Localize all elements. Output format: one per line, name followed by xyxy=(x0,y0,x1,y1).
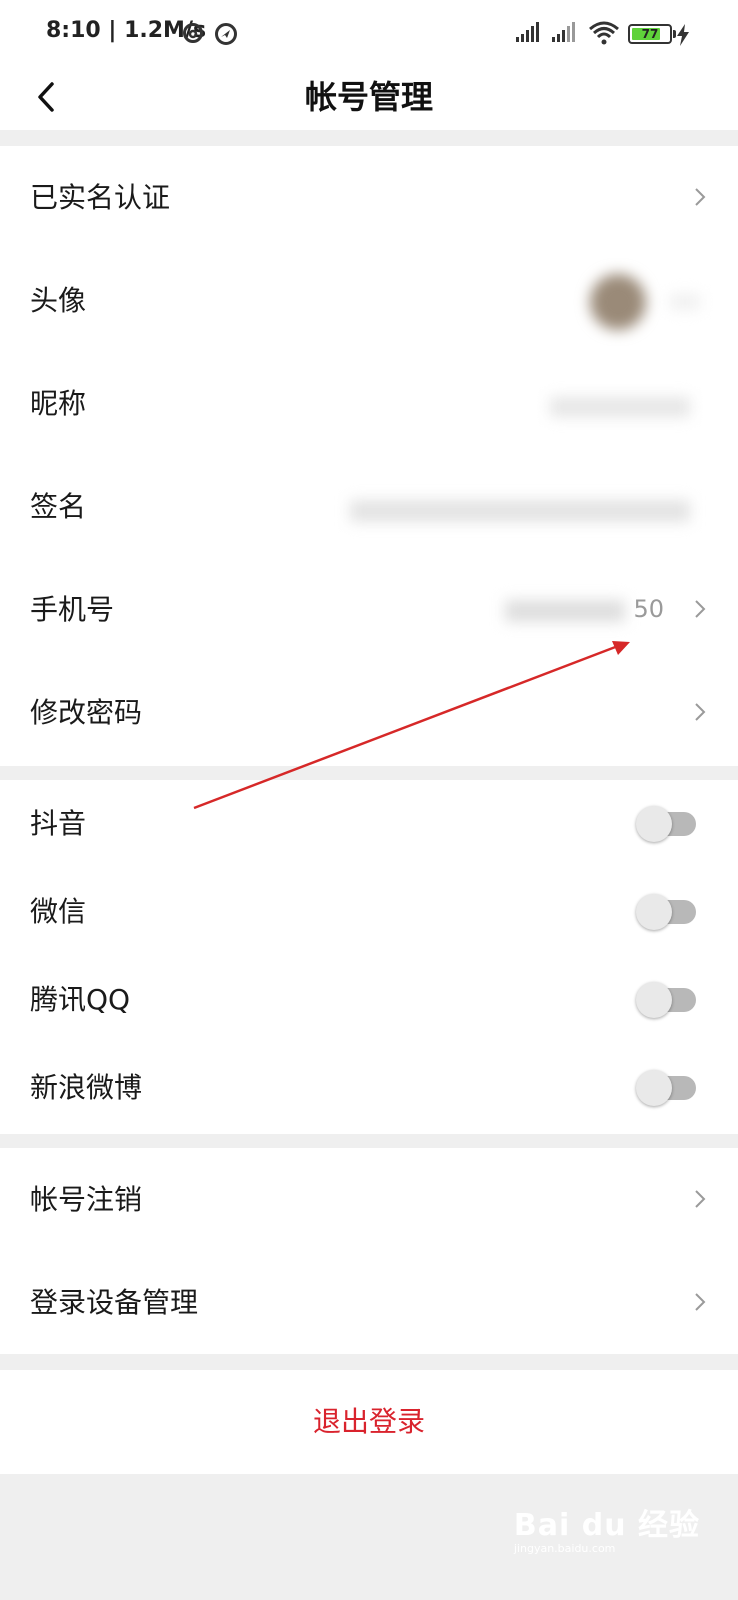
logout-button[interactable]: 退出登录 xyxy=(0,1370,738,1474)
douyin-toggle[interactable] xyxy=(636,806,696,842)
wechat-label: 微信 xyxy=(30,895,87,928)
chevron-right-icon xyxy=(695,600,706,618)
avatar-label: 头像 xyxy=(30,284,87,317)
chevron-right-icon xyxy=(695,1190,706,1208)
nav-bar: 帐号管理 xyxy=(0,66,738,130)
password-row[interactable]: 修改密码 xyxy=(0,661,738,764)
watermark-url: jingyan.baidu.com xyxy=(513,1542,616,1555)
nickname-label: 昵称 xyxy=(30,387,87,420)
wechat-row: 微信 xyxy=(0,868,738,956)
password-label: 修改密码 xyxy=(30,696,143,729)
phone-value-blurred xyxy=(505,600,625,622)
netease-music-icon xyxy=(182,22,204,48)
toggle-knob xyxy=(636,894,672,930)
status-right: 77 xyxy=(510,20,710,48)
avatar xyxy=(590,274,646,330)
account-info-group: 已实名认证 头像 昵称 签名 手机号 50 修改密码 xyxy=(0,146,738,766)
watermark-brand: Bai du 经验 xyxy=(513,1508,700,1543)
battery-icon: 77 xyxy=(628,24,676,44)
douyin-row: 抖音 xyxy=(0,780,738,868)
realname-label: 已实名认证 xyxy=(30,181,171,214)
toggle-knob xyxy=(636,982,672,1018)
phone-value: 50 xyxy=(633,595,664,623)
toggle-knob xyxy=(636,806,672,842)
location-icon xyxy=(214,22,238,50)
chevron-right-icon xyxy=(695,188,706,206)
weibo-row: 新浪微博 xyxy=(0,1044,738,1132)
chevron-right-icon xyxy=(695,1293,706,1311)
social-bind-group: 抖音 微信 腾讯QQ 新浪微博 xyxy=(0,780,738,1134)
avatar-row[interactable]: 头像 xyxy=(0,249,738,352)
signal-icon xyxy=(550,20,580,48)
chevron-right-icon xyxy=(695,703,706,721)
nickname-value-blurred xyxy=(550,397,690,417)
devices-label: 登录设备管理 xyxy=(30,1286,199,1319)
baidu-jingyan-watermark: Bai du 经验 jingyan.baidu.com xyxy=(514,1500,700,1555)
phone-label: 手机号 xyxy=(30,593,115,626)
nickname-row[interactable]: 昵称 xyxy=(0,352,738,455)
wifi-icon xyxy=(588,20,620,50)
realname-row[interactable]: 已实名认证 xyxy=(0,146,738,249)
qq-toggle[interactable] xyxy=(636,982,696,1018)
qq-row: 腾讯QQ xyxy=(0,956,738,1044)
signal-icon xyxy=(514,20,544,48)
charging-icon xyxy=(676,24,690,50)
signature-row[interactable]: 签名 xyxy=(0,455,738,558)
toggle-knob xyxy=(636,1070,672,1106)
deactivate-row[interactable]: 帐号注销 xyxy=(0,1148,738,1251)
account-security-group: 帐号注销 登录设备管理 xyxy=(0,1148,738,1354)
signature-value-blurred xyxy=(350,500,690,522)
weibo-label: 新浪微博 xyxy=(30,1071,143,1104)
wechat-toggle[interactable] xyxy=(636,894,696,930)
deactivate-label: 帐号注销 xyxy=(30,1183,143,1216)
qq-label: 腾讯QQ xyxy=(30,983,131,1016)
battery-level-text: 77 xyxy=(641,27,659,41)
status-bar: 8:10 | 1.2M/s 77 xyxy=(0,0,738,66)
avatar-chevron-blurred xyxy=(670,294,700,310)
signature-label: 签名 xyxy=(30,490,87,523)
phone-row[interactable]: 手机号 50 xyxy=(0,558,738,661)
page-title: 帐号管理 xyxy=(304,78,433,116)
weibo-toggle[interactable] xyxy=(636,1070,696,1106)
douyin-label: 抖音 xyxy=(30,807,87,840)
devices-row[interactable]: 登录设备管理 xyxy=(0,1251,738,1354)
